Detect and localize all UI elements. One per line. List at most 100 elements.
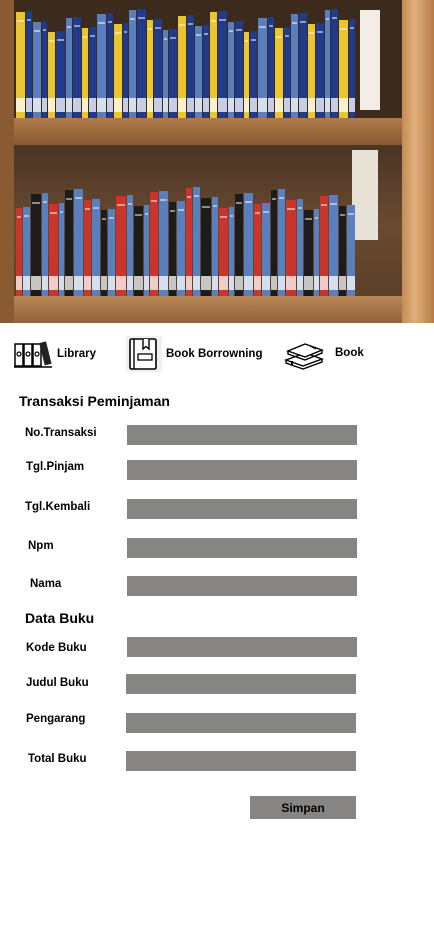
nama-label: Nama: [30, 578, 62, 590]
book-spine: [101, 210, 107, 296]
book-spine: [286, 200, 296, 296]
book-spine: [33, 22, 41, 118]
book-spine: [313, 209, 320, 296]
book-bookmark-icon: [126, 336, 162, 372]
save-button[interactable]: Simpan: [250, 796, 356, 819]
book-spine: [275, 28, 284, 118]
book-spine: [234, 21, 243, 118]
book-spine: [328, 195, 339, 296]
book-spine: [211, 197, 219, 296]
nav-label-library: Library: [57, 348, 96, 360]
book-spine: [106, 13, 113, 118]
book-spine: [91, 199, 101, 296]
pengarang-input[interactable]: [126, 713, 356, 733]
book-spine: [209, 12, 217, 118]
book-spine: [41, 193, 49, 296]
book-spine: [219, 208, 228, 296]
total-buku-label: Total Buku: [28, 753, 87, 765]
book-spine: [88, 27, 96, 118]
book-spine: [129, 10, 137, 118]
book-spine: [122, 23, 129, 118]
tgl-kembali-input[interactable]: [127, 499, 357, 519]
kode-buku-label: Kode Buku: [26, 642, 87, 654]
book-spine: [56, 31, 66, 118]
book-spine: [65, 190, 73, 296]
book-spine: [82, 28, 89, 118]
book-spine: [96, 14, 106, 118]
book-spine: [158, 191, 169, 296]
nav-label-book-borrowning: Book Borrowning: [166, 348, 263, 360]
book-spine: [187, 15, 194, 118]
book-spine: [284, 27, 290, 118]
no-transaksi-input[interactable]: [127, 425, 357, 445]
book-spine: [315, 23, 324, 118]
book-spine: [348, 19, 356, 118]
book-spine: [137, 9, 146, 118]
book-spine: [25, 11, 33, 118]
npm-label: Npm: [28, 540, 54, 552]
book-spine: [261, 203, 271, 296]
book-spine: [258, 18, 268, 118]
book-spine: [243, 32, 250, 118]
tgl-pinjam-label: Tgl.Pinjam: [26, 461, 85, 473]
book-spine: [49, 204, 58, 296]
book-spine: [235, 194, 243, 296]
book-spine: [308, 24, 315, 118]
nav-item-library[interactable]: Library: [14, 340, 96, 368]
book-spine: [192, 187, 201, 296]
book-spine: [84, 200, 91, 296]
book-spine: [163, 30, 169, 118]
book-spine: [298, 13, 308, 118]
book-spine: [134, 206, 143, 296]
book-spine: [203, 25, 210, 118]
book-spine: [146, 20, 154, 118]
book-spine: [126, 195, 134, 296]
book-spine: [339, 20, 348, 118]
total-buku-input[interactable]: [126, 751, 356, 771]
book-spine: [73, 17, 82, 118]
book-spine: [277, 189, 286, 296]
book-spine: [154, 19, 163, 118]
book-spine: [143, 205, 150, 296]
book-spine: [268, 17, 275, 118]
book-spine: [31, 194, 41, 296]
nama-input[interactable]: [127, 576, 357, 596]
hero-bookshelf-image: [0, 0, 434, 323]
book-spine: [290, 14, 298, 118]
book-spine: [320, 196, 328, 296]
book-spine: [58, 203, 65, 296]
kode-buku-input[interactable]: [127, 637, 357, 657]
book-stack-icon: [283, 340, 325, 370]
book-spine: [339, 206, 346, 296]
pengarang-label: Pengarang: [26, 713, 86, 725]
nav-item-book-borrowning[interactable]: Book Borrowning: [126, 336, 262, 372]
book-spine: [150, 192, 158, 296]
book-spine: [41, 21, 48, 118]
book-spine: [22, 207, 31, 296]
book-spine: [346, 205, 356, 296]
npm-input[interactable]: [127, 538, 357, 558]
book-spine: [228, 207, 235, 296]
book-spine: [194, 26, 203, 118]
book-spine: [201, 198, 211, 296]
book-spine: [330, 9, 339, 118]
book-spine: [107, 209, 116, 296]
book-spine: [227, 22, 235, 118]
judul-buku-input[interactable]: [126, 674, 356, 694]
book-spine: [116, 196, 126, 296]
tgl-pinjam-input[interactable]: [127, 460, 357, 480]
transaction-title: Transaksi Peminjaman: [19, 393, 170, 409]
book-spine: [243, 193, 254, 296]
book-spine: [304, 210, 313, 296]
book-spine: [16, 12, 25, 118]
book-spine: [113, 24, 122, 118]
nav-item-book[interactable]: Book: [283, 340, 364, 370]
book-spine: [16, 208, 22, 296]
book-spine: [73, 189, 84, 296]
book-spine: [66, 18, 73, 118]
book-data-title: Data Buku: [25, 610, 95, 626]
book-spine: [186, 188, 192, 296]
judul-buku-label: Judul Buku: [26, 677, 89, 689]
no-transaksi-label: No.Transaksi: [25, 427, 97, 439]
nav-label-book: Book: [335, 347, 364, 359]
